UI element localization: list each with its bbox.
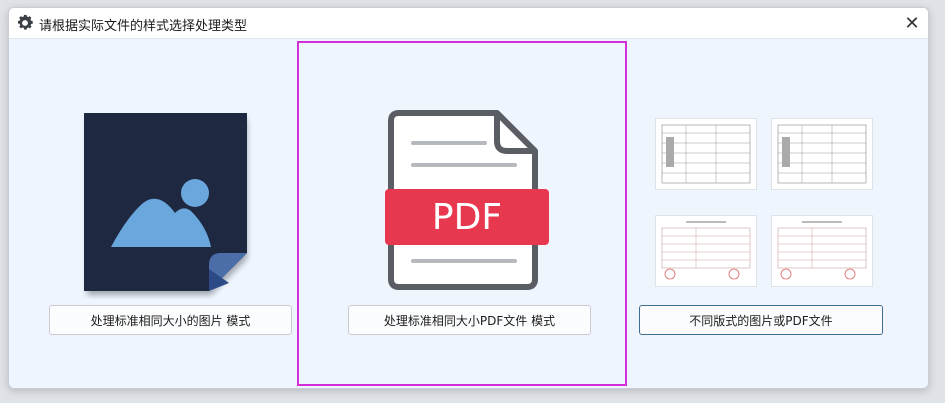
image-mode-button[interactable]: 处理标准相同大小的图片 模式	[49, 305, 292, 335]
image-mode-panel[interactable]	[9, 39, 297, 388]
pdf-file-icon: PDF	[385, 110, 549, 290]
mixed-mode-button[interactable]: 不同版式的图片或PDF文件	[639, 305, 883, 335]
mixed-mode-panel[interactable]	[625, 39, 928, 388]
window-title: 请根据实际文件的样式选择处理类型	[39, 19, 248, 34]
title-bar: 请根据实际文件的样式选择处理类型 ✕	[9, 8, 928, 39]
document-thumbnail	[771, 118, 873, 190]
image-file-icon	[84, 113, 247, 295]
pdf-mode-button[interactable]: 处理标准相同大小PDF文件 模式	[348, 305, 591, 335]
document-thumbnail	[771, 215, 873, 287]
close-icon: ✕	[904, 12, 920, 34]
document-thumbnail	[655, 118, 757, 190]
dialog-window: 请根据实际文件的样式选择处理类型 ✕ PDF 处理标准相同大小的图片 模式 处理…	[8, 7, 929, 389]
close-button[interactable]: ✕	[898, 10, 926, 36]
pdf-badge-text: PDF	[432, 197, 502, 238]
document-thumbnail	[655, 215, 757, 287]
gear-icon	[18, 14, 33, 30]
